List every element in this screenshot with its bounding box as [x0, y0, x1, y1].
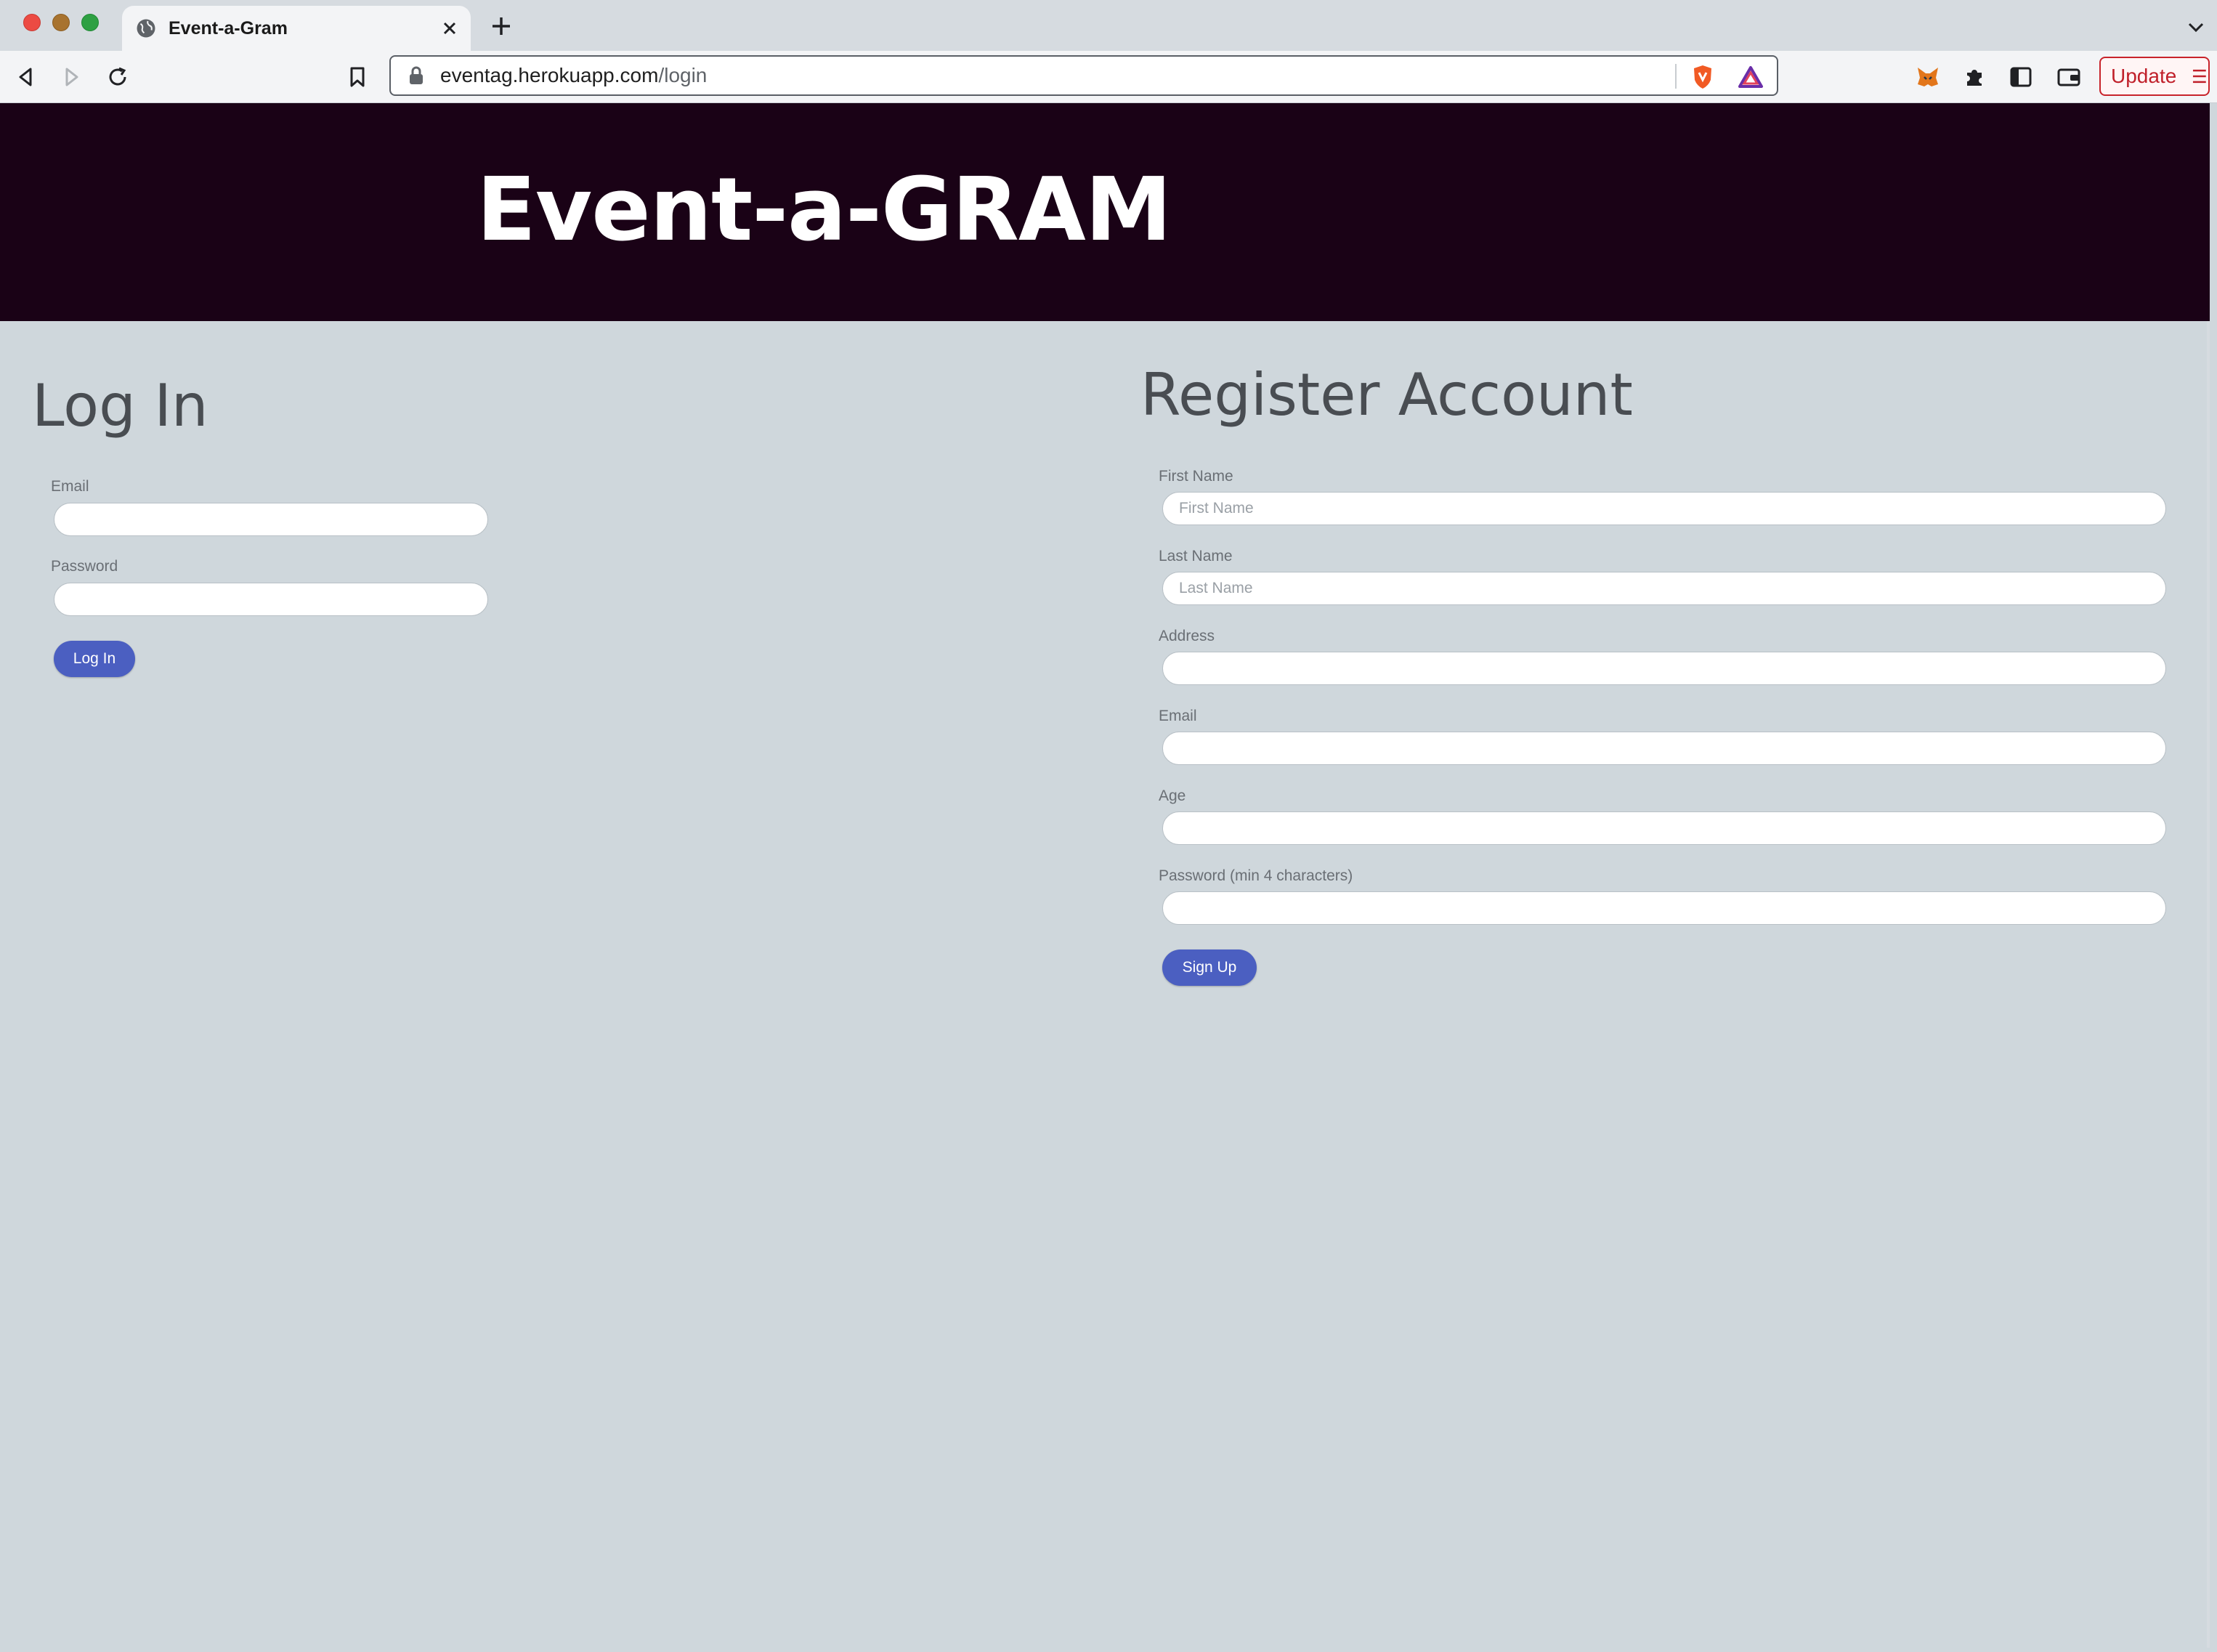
register-heading: Register Account — [1140, 361, 1633, 429]
address-separator — [1675, 64, 1677, 89]
globe-icon — [137, 19, 155, 38]
extensions-puzzle-icon[interactable] — [1960, 62, 1989, 92]
address-url: eventag.herokuapp.com/login — [440, 64, 708, 86]
register-password-label: Password (min 4 characters) — [1159, 867, 1353, 884]
first-name-input[interactable]: First Name — [1162, 492, 2166, 525]
browser-toolbar: eventag.herokuapp.com/login Update — [0, 51, 2217, 103]
wallet-icon[interactable] — [2054, 62, 2083, 92]
brave-rewards-triangle-icon[interactable] — [1736, 62, 1765, 92]
register-password-input[interactable] — [1162, 891, 2166, 925]
login-email-input[interactable] — [54, 503, 488, 536]
login-button[interactable]: Log In — [54, 641, 135, 677]
register-email-label: Email — [1159, 708, 1197, 724]
hero-banner: Event-a-GRAM — [0, 103, 2210, 321]
address-label: Address — [1159, 628, 1215, 644]
window-zoom-button[interactable] — [81, 14, 99, 31]
sidebar-toggle-icon[interactable] — [2006, 62, 2035, 92]
page-content: Event-a-GRAM Log In Email Password Log I… — [0, 103, 2210, 1648]
window-minimize-button[interactable] — [52, 14, 70, 31]
site-title: Event-a-GRAM — [477, 160, 1172, 261]
tab-list-chevron-icon[interactable] — [2185, 16, 2207, 38]
login-email-label: Email — [51, 478, 89, 495]
new-tab-plus-icon[interactable] — [488, 13, 514, 39]
first-name-label: First Name — [1159, 468, 1233, 485]
login-heading: Log In — [32, 372, 208, 440]
menu-hamburger-icon — [2193, 69, 2207, 84]
browser-tabstrip: Event-a-Gram — [0, 0, 2217, 51]
reload-icon[interactable] — [103, 62, 132, 92]
login-password-label: Password — [51, 558, 118, 575]
tab-close-icon[interactable] — [437, 16, 462, 41]
last-name-input[interactable]: Last Name — [1162, 572, 2166, 605]
update-button[interactable]: Update — [2099, 57, 2210, 96]
last-name-label: Last Name — [1159, 548, 1233, 564]
address-input[interactable] — [1162, 652, 2166, 685]
back-icon[interactable] — [12, 62, 41, 92]
address-bar[interactable]: eventag.herokuapp.com/login — [389, 55, 1778, 96]
browser-tab-active[interactable]: Event-a-Gram — [122, 6, 471, 51]
age-label: Age — [1159, 787, 1186, 804]
update-label: Update — [2111, 65, 2177, 87]
sign-up-button[interactable]: Sign Up — [1162, 950, 1257, 986]
metamask-fox-icon[interactable] — [1913, 62, 1942, 92]
login-password-input[interactable] — [54, 583, 488, 616]
lock-icon — [410, 66, 423, 84]
brave-shield-icon[interactable] — [1688, 62, 1717, 92]
window-close-button[interactable] — [23, 14, 41, 31]
register-email-input[interactable] — [1162, 732, 2166, 765]
bookmark-icon[interactable] — [343, 62, 372, 92]
forward-icon[interactable] — [57, 62, 86, 92]
age-input[interactable] — [1162, 811, 2166, 845]
tab-title: Event-a-Gram — [169, 17, 288, 39]
